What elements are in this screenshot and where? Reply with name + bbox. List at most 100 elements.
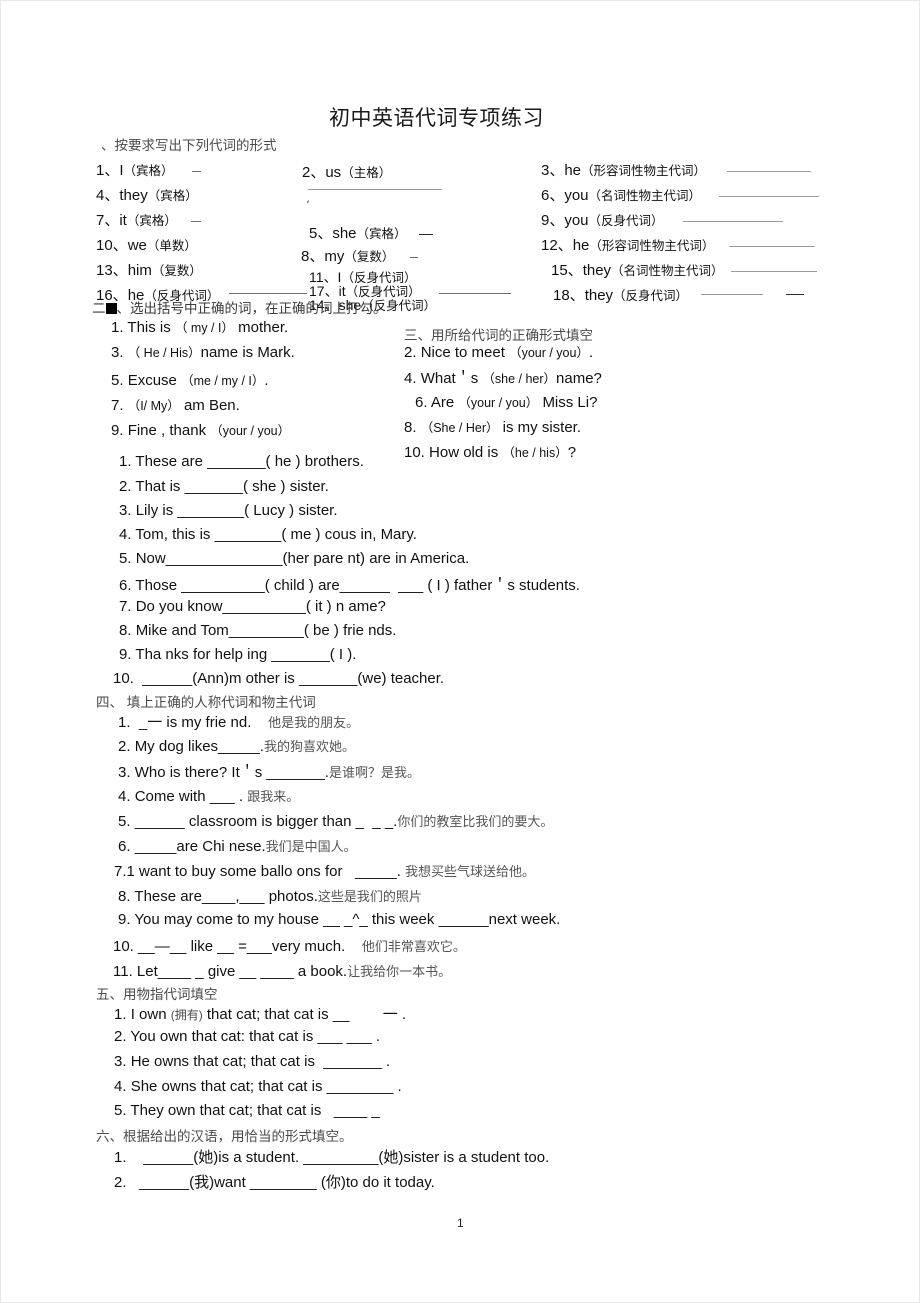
s1-right-item-18: 18、they（反身代词） (553, 284, 688, 305)
s3-blank-2[interactable]: _______ (185, 478, 243, 495)
s1-blank-8[interactable] (410, 257, 418, 258)
s2-right-num-8: 8. (404, 419, 417, 436)
s4-num-4: 4. (118, 788, 131, 805)
s1-blank-2[interactable] (308, 189, 442, 190)
s3-blank-9[interactable]: _______ (271, 646, 329, 663)
s3-num-3: 3. (119, 502, 132, 519)
s2-right-choice-6[interactable]: （your / you） (458, 396, 538, 410)
s5-rest-1[interactable]: that cat; that cat is __ 一 . (207, 1006, 406, 1023)
s1-mid-word-8: my (324, 248, 345, 265)
s2-left-choice-3[interactable]: （ He / His） (128, 346, 201, 360)
s1-blank-3[interactable] (727, 171, 811, 172)
s5-text-2[interactable]: You own that cat: that cat is ___ ___ . (130, 1028, 380, 1045)
s1-blank-12[interactable] (729, 246, 815, 247)
s2-left-choice-7[interactable]: （I/ My） (128, 399, 180, 413)
s2-right-post-4: name? (556, 370, 602, 387)
s3-pre-6: Those (135, 577, 178, 594)
s3-item-3: 3. Lily is ________( Lucy ) sister. (119, 502, 338, 519)
s1-right-form-12: （形容词性物主代词） (589, 239, 715, 253)
s4-num-7: 7.1 (114, 863, 135, 880)
s2-right-choice-4[interactable]: （she / her） (482, 372, 556, 386)
s4-item-9: 9. You may come to my house __ _^_ this … (118, 911, 560, 928)
s3-blank-10[interactable]: ______ (142, 670, 192, 687)
s4-text-11[interactable]: Let____ _ give __ ____ a book. (137, 963, 347, 980)
section2-heading: 二、选出括号中正确的词，在正确的词上打勾。 (92, 297, 387, 317)
s1-mid-item-8: 8、my（复数） (301, 245, 394, 266)
s3-blank-8[interactable]: _________ (229, 622, 304, 639)
s3-item-9: 9. Tha nks for help ing _______( I ). (119, 646, 356, 663)
s1-right-word-15: they (582, 262, 612, 279)
s4-cn-6: 我们是中国人。 (265, 839, 357, 854)
s1-blank-9[interactable] (683, 221, 783, 222)
s1-blank-6[interactable] (719, 196, 819, 197)
s4-text-5[interactable]: ______ classroom is bigger than _ _ _. (135, 813, 398, 830)
section4-heading: 四、 填上正确的人称代词和物主代词 (96, 695, 316, 710)
s1-right-word-18: they (584, 287, 614, 304)
s4-cn-3: 是谁啊？是我。 (328, 765, 420, 780)
s2-right-item-10: 10. How old is （he / his）? (404, 442, 576, 461)
s1-blank-7[interactable] (191, 221, 201, 222)
s6-text-1[interactable]: ______(她)is a student. _________(她)siste… (143, 1149, 549, 1166)
s3-hint-10: (Ann) (192, 670, 229, 687)
s1-blank-5[interactable] (419, 234, 433, 235)
s1-right-form-18: （反身代词） (613, 289, 689, 303)
s2-left-pre-5: Excuse (127, 372, 177, 389)
s2-left-num-3: 3. (111, 344, 124, 361)
s2-left-num-9: 9. (111, 422, 124, 439)
s1-blank-16[interactable] (229, 293, 307, 294)
s2-right-choice-8[interactable]: （She / Her） (421, 421, 499, 435)
s5-text-3[interactable]: He owns that cat; that cat is _______ . (131, 1053, 390, 1070)
s4-text-2[interactable]: My dog likes_____. (135, 738, 264, 755)
s3-blank-7[interactable]: __________ (222, 598, 305, 615)
s1-blank-18a[interactable] (701, 294, 763, 295)
s2-right-num-2: 2. (404, 344, 417, 361)
s3-blank-1[interactable]: _______ (207, 453, 265, 470)
s4-cn-10: 他们非常喜欢它。 (361, 939, 466, 954)
s1-blank-1[interactable] (192, 171, 201, 172)
s3-num-9: 9. (119, 646, 132, 663)
s2-right-choice-2[interactable]: （your / you） (509, 346, 589, 360)
s3-num-10: 10. (113, 670, 134, 687)
s1-blank-18b[interactable] (786, 294, 804, 295)
s1-right-form-3: （形容词性物主代词） (581, 164, 707, 178)
s1-blank-15[interactable] (731, 271, 817, 272)
s1-right-item-6: 6、you（名词性物主代词） (541, 184, 701, 205)
s4-text-9[interactable]: You may come to my house __ _^_ this wee… (134, 911, 560, 928)
s4-text-7[interactable]: want to buy some ballo ons for _____. (139, 863, 401, 880)
s4-num-8: 8. (118, 888, 131, 905)
s1-left-form-13: （复数） (151, 264, 202, 278)
s1-right-form-9: （反身代词） (588, 214, 664, 228)
s4-text-10[interactable]: __—__ like __ =___very much. (138, 938, 345, 955)
s5-text-5[interactable]: They own that cat; that cat is ____ _ (130, 1102, 379, 1119)
s4-text-1[interactable]: _一 is my frie nd. (139, 714, 252, 731)
s1-blank-17[interactable] (439, 293, 511, 294)
s3-blank-3[interactable]: ________ (177, 502, 244, 519)
s4-cn-5: 你们的教室比我们的要大。 (397, 814, 554, 829)
s4-text-4[interactable]: Come with ___ . (135, 788, 243, 805)
s2-right-num-4: 4. (404, 370, 417, 387)
s1-left-num-7: 7、 (96, 212, 120, 229)
s2-right-choice-10[interactable]: （he / his） (502, 446, 567, 460)
s3-post-7: n ame? (335, 598, 386, 615)
s4-text-6[interactable]: _____are Chi nese. (135, 838, 266, 855)
s4-text-8[interactable]: These are____,___ photos. (134, 888, 317, 905)
s4-num-10: 10. (113, 938, 134, 955)
s4-item-6: 6. _____are Chi nese.我们是中国人。 (118, 836, 357, 855)
s1-mid-form-8: （复数） (344, 250, 395, 264)
s2-left-item-1: 1. This is （ my / I） mother. (111, 317, 288, 336)
s6-text-2[interactable]: ______(我)want ________ (你)to do it today… (139, 1174, 435, 1191)
s1-left-item-10: 10、we（单数） (96, 234, 197, 255)
s2-left-num-5: 5. (111, 372, 124, 389)
s3-blank-4[interactable]: ________ (215, 526, 282, 543)
s5-text-4[interactable]: She owns that cat; that cat is ________ … (131, 1078, 402, 1095)
s1-left-item-13: 13、him（复数） (96, 259, 202, 280)
s2-left-choice-5[interactable]: （me / my / I） (181, 374, 264, 388)
s4-item-2: 2. My dog likes_____.我的狗喜欢她。 (118, 736, 355, 755)
s4-text-3[interactable]: Who is there? It＇s _______. (135, 764, 329, 781)
s1-left-form-10: （单数） (146, 239, 197, 253)
s1-right-word-9: you (564, 212, 589, 229)
s2-left-choice-9[interactable]: （your / you） (210, 424, 290, 438)
s3-blank-6[interactable]: __________ (181, 577, 264, 594)
s3-blank-5[interactable]: ______________ (166, 550, 283, 567)
s2-left-choice-1[interactable]: （ my / I） (175, 321, 234, 335)
